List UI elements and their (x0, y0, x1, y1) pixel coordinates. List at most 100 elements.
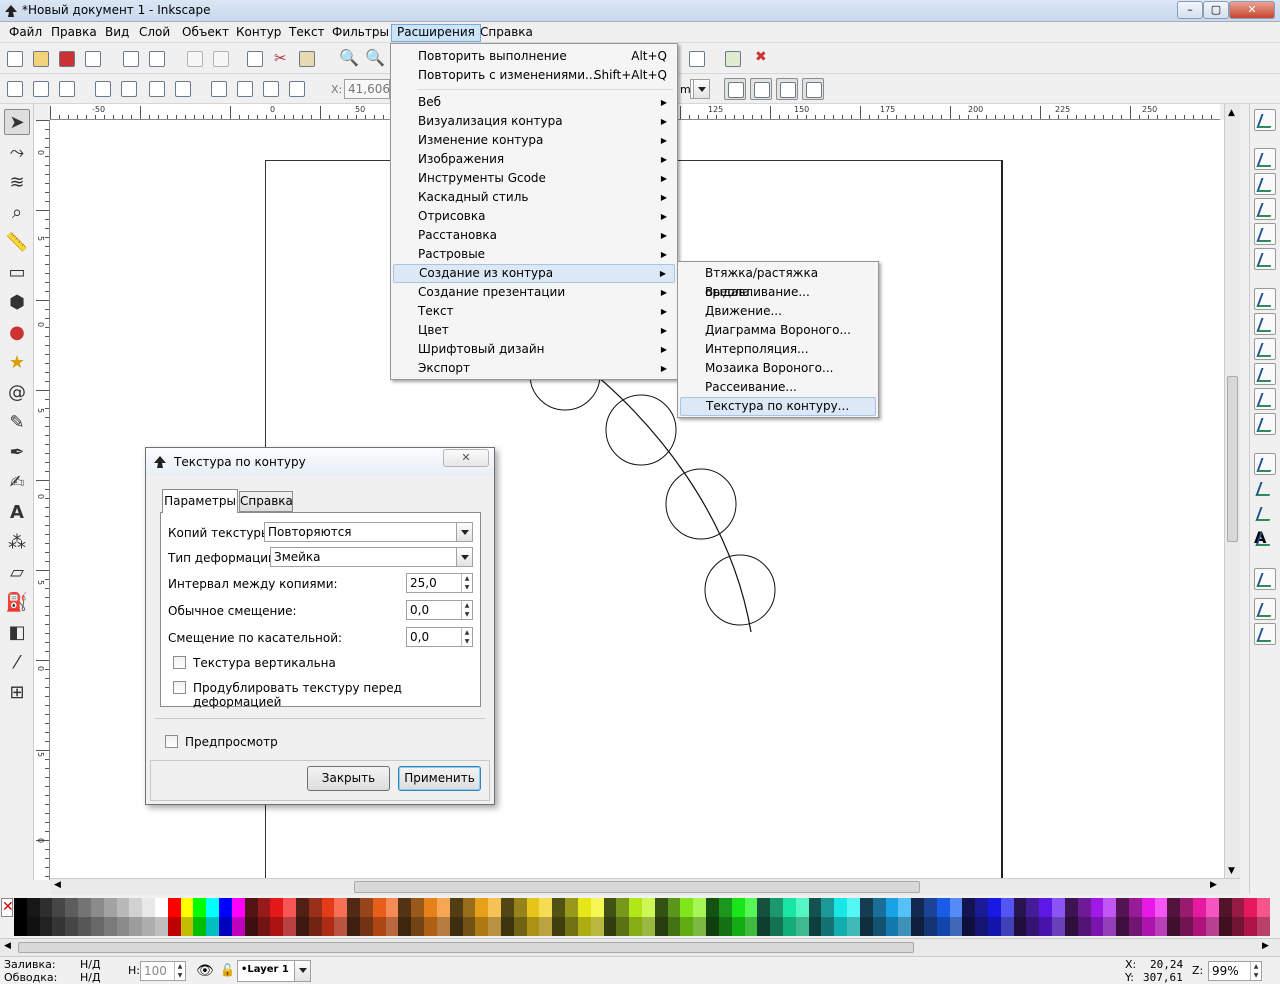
opacity-field[interactable]: 100 ▲ ▼ (140, 961, 186, 981)
snap-path-icon[interactable] (1254, 313, 1276, 335)
maximize-button[interactable]: ▢ (1203, 1, 1229, 19)
color-swatch[interactable] (565, 898, 579, 917)
color-swatch[interactable] (26, 917, 41, 936)
color-swatch[interactable] (616, 917, 630, 936)
color-swatch[interactable] (193, 898, 207, 917)
rectangle-tool-icon[interactable]: ▭ (4, 259, 30, 285)
color-swatch[interactable] (1257, 898, 1271, 917)
color-swatch[interactable] (1090, 917, 1104, 936)
vertical-scrollbar[interactable]: ▲ ▼ (1224, 104, 1240, 880)
color-swatch[interactable] (270, 917, 284, 936)
scale-stroke-toggle[interactable] (724, 78, 746, 100)
color-swatch[interactable] (603, 917, 617, 936)
horizontal-scroll-thumb[interactable] (354, 881, 920, 893)
color-swatch[interactable] (539, 898, 553, 917)
move-gradients-toggle[interactable] (776, 78, 798, 100)
color-swatch[interactable] (1013, 898, 1027, 917)
color-swatch[interactable] (667, 917, 681, 936)
color-swatch[interactable] (90, 898, 105, 917)
menu-layer[interactable]: Слой (134, 24, 175, 42)
color-swatch[interactable] (436, 917, 451, 936)
color-swatch[interactable] (231, 898, 246, 917)
color-swatch[interactable] (1218, 898, 1233, 917)
color-swatch[interactable] (385, 917, 399, 936)
flip-horizontal-button[interactable] (146, 78, 168, 100)
color-swatch[interactable] (629, 898, 643, 917)
color-swatch[interactable] (1116, 898, 1130, 917)
color-swatch[interactable] (770, 898, 784, 917)
submenu-pattern-along-path[interactable]: Текстура по контуру... (680, 397, 876, 416)
align-distribute-button[interactable] (686, 48, 708, 70)
ellipse-tool-icon[interactable]: ● (4, 319, 30, 345)
color-swatch[interactable] (1077, 898, 1092, 917)
color-swatch[interactable] (590, 917, 605, 936)
color-swatch[interactable] (14, 898, 28, 917)
menu-export[interactable]: Экспорт ▶ (393, 359, 675, 378)
copy-button[interactable] (244, 48, 266, 70)
color-swatch[interactable] (693, 917, 707, 936)
color-swatch[interactable] (65, 917, 79, 936)
normal-offset-stepper[interactable]: 0,0 ▲ ▼ (406, 600, 473, 620)
no-paint-swatch[interactable]: ✕ (1, 898, 14, 917)
select-all-layers-button[interactable] (30, 78, 52, 100)
color-swatch[interactable] (1193, 898, 1207, 917)
color-swatch[interactable] (295, 898, 310, 917)
color-swatch[interactable] (142, 898, 156, 917)
color-swatch[interactable] (782, 898, 797, 917)
color-swatch[interactable] (90, 917, 105, 936)
color-swatch[interactable] (1052, 917, 1066, 936)
tangential-offset-stepper[interactable]: 0,0 ▲ ▼ (406, 627, 473, 647)
color-swatch[interactable] (1257, 917, 1271, 936)
color-swatch[interactable] (65, 898, 79, 917)
color-swatch[interactable] (1052, 898, 1066, 917)
raise-button[interactable] (234, 78, 256, 100)
zoom-selection-button[interactable]: 🔍 (336, 48, 359, 70)
color-swatch[interactable] (821, 898, 835, 917)
color-swatch[interactable] (398, 898, 412, 917)
color-swatch[interactable] (1026, 898, 1040, 917)
color-swatch[interactable] (1193, 917, 1207, 936)
color-swatch[interactable] (911, 917, 925, 936)
snap-bbox-icon[interactable] (1254, 148, 1276, 170)
unit-dropdown[interactable] (690, 79, 710, 99)
color-swatch[interactable] (103, 898, 118, 917)
minimize-button[interactable]: – (1177, 1, 1203, 19)
color-swatch[interactable] (488, 917, 502, 936)
color-swatch[interactable] (244, 917, 258, 936)
tab-parameters[interactable]: Параметры (162, 489, 238, 513)
color-swatch[interactable] (116, 917, 130, 936)
raise-to-top-button[interactable] (208, 78, 230, 100)
open-button[interactable] (30, 48, 52, 70)
color-swatch[interactable] (206, 898, 220, 917)
deselect-button[interactable] (56, 78, 78, 100)
color-swatch[interactable] (808, 898, 822, 917)
scroll-left-arrow-icon[interactable]: ◀ (54, 880, 61, 890)
close-dialog-button[interactable]: Закрыть (307, 766, 390, 791)
color-swatch[interactable] (718, 917, 733, 936)
spray-tool-icon[interactable]: ⁂ (4, 529, 30, 555)
menu-object[interactable]: Объект (177, 24, 234, 42)
color-swatch[interactable] (283, 917, 297, 936)
color-swatch[interactable] (154, 898, 169, 917)
color-swatch[interactable] (526, 898, 540, 917)
color-swatch[interactable] (770, 917, 784, 936)
snap-cusp-icon[interactable] (1254, 363, 1276, 385)
rotate-ccw-button[interactable] (92, 78, 114, 100)
color-swatch[interactable] (206, 917, 220, 936)
color-swatch[interactable] (718, 898, 733, 917)
color-swatch[interactable] (936, 898, 951, 917)
color-swatch[interactable] (782, 917, 797, 936)
color-swatch[interactable] (577, 898, 592, 917)
color-swatch[interactable] (757, 898, 771, 917)
palette-scrollbar[interactable]: ◀ ▶ (0, 938, 1280, 956)
color-swatch[interactable] (78, 898, 92, 917)
color-swatch[interactable] (1000, 898, 1015, 917)
color-swatch[interactable] (1129, 898, 1143, 917)
color-swatch[interactable] (1205, 917, 1220, 936)
color-swatch[interactable] (731, 917, 746, 936)
color-swatch[interactable] (1180, 898, 1194, 917)
color-swatch[interactable] (334, 917, 348, 936)
color-swatch[interactable] (39, 898, 53, 917)
x-field[interactable]: 41,606 (344, 79, 390, 99)
color-swatch[interactable] (231, 917, 246, 936)
